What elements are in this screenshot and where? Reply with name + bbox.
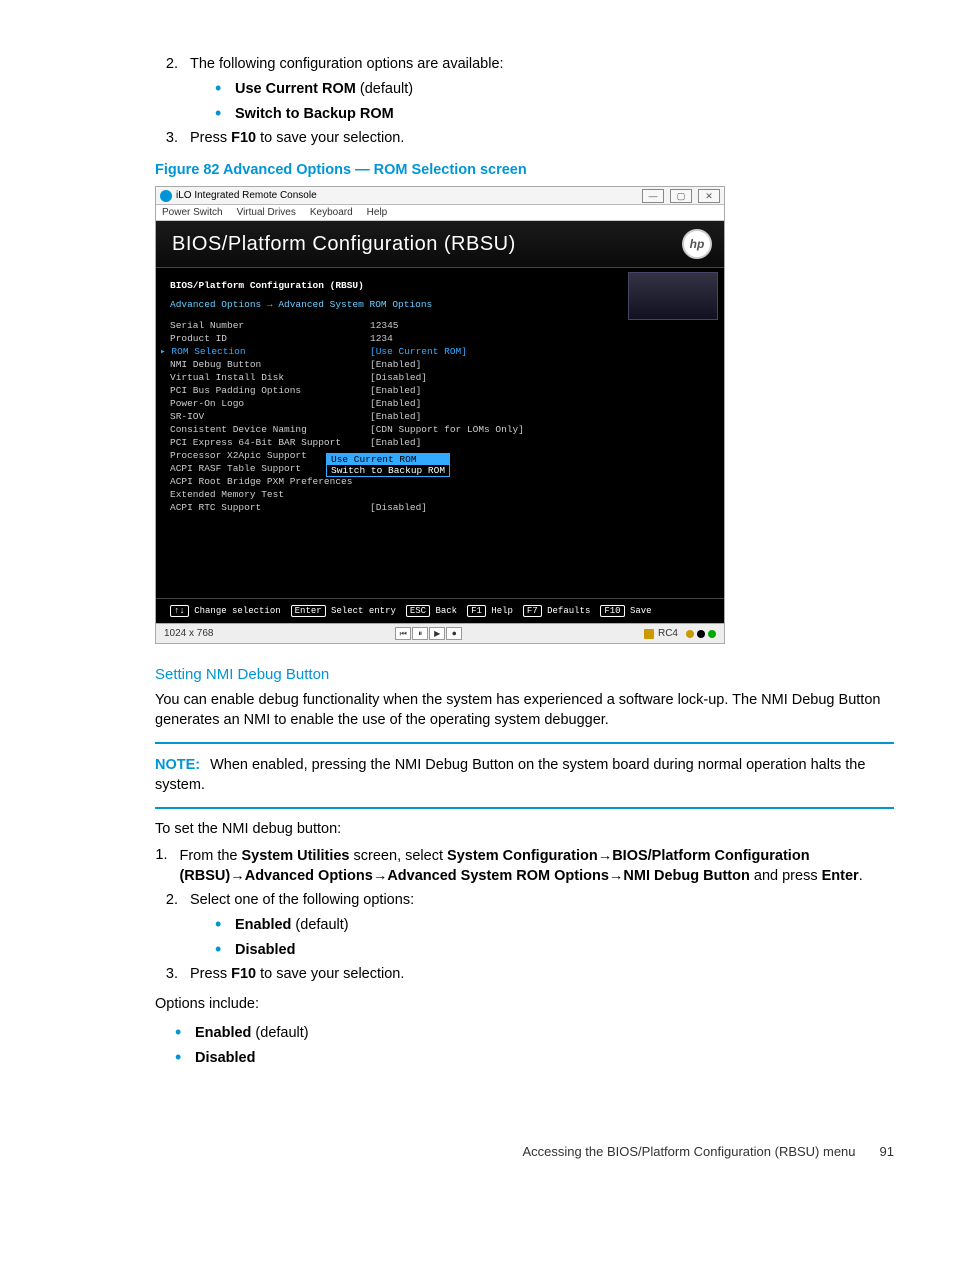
lock-icon [644, 629, 654, 639]
bullet-enabled: Enabled (default) [235, 914, 894, 935]
keyhint: Enter Select entry [291, 605, 396, 617]
bullet-switch-backup-rom: Switch to Backup ROM [235, 103, 894, 124]
bios-option-label[interactable]: SR-IOV [170, 411, 370, 424]
screenshot-window: iLO Integrated Remote Console — ▢ ✕ Powe… [155, 186, 725, 644]
titlebar: iLO Integrated Remote Console — ▢ ✕ [156, 187, 724, 205]
bios-option-label[interactable]: ROM Selection [170, 346, 370, 359]
playback-button[interactable]: ⏸ [412, 627, 428, 640]
maximize-button[interactable]: ▢ [670, 189, 692, 203]
bios-option-label[interactable]: Serial Number [170, 320, 370, 333]
keyhint: F1 Help [467, 605, 513, 617]
bios-option-value: [Use Current ROM] [370, 346, 524, 359]
encryption-label: RC4 [658, 628, 678, 639]
bios-option-value: [Enabled] [370, 385, 524, 398]
keyhint: ↑↓ Change selection [170, 605, 281, 617]
keyhint: F7 Defaults [523, 605, 590, 617]
status-dot [686, 630, 694, 638]
bullet-use-current-rom: Use Current ROM (default) [235, 78, 894, 99]
bios-option-label[interactable]: Consistent Device Naming [170, 424, 370, 437]
bios-option-label[interactable]: ACPI RTC Support [170, 502, 370, 515]
menu-help[interactable]: Help [367, 207, 388, 218]
resolution-label: 1024 x 768 [164, 628, 214, 639]
keybar: ↑↓ Change selection Enter Select entry ESC… [156, 598, 724, 623]
bios-option-label[interactable]: ACPI Root Bridge PXM Preferences [170, 476, 370, 489]
paragraph: To set the NMI debug button: [155, 821, 894, 837]
page-footer: Accessing the BIOS/Platform Configuratio… [0, 1114, 954, 1159]
server-image [628, 272, 718, 320]
menu-power-switch[interactable]: Power Switch [162, 207, 223, 218]
bios-option-value [370, 476, 524, 489]
bios-option-label[interactable]: Extended Memory Test [170, 489, 370, 502]
bios-option-value: 12345 [370, 320, 524, 333]
statusbar: 1024 x 768 ⏮⏸▶⏺ RC4 [156, 623, 724, 643]
popup-option-selected[interactable]: Use Current ROM [327, 454, 449, 465]
paragraph: You can enable debug functionality when … [155, 691, 894, 730]
bios-option-value [370, 489, 524, 502]
step-2b: 2. Select one of the following options: [155, 892, 894, 908]
playback-button[interactable]: ⏮ [395, 627, 411, 640]
status-dot [708, 630, 716, 638]
bios-option-label[interactable]: Virtual Install Disk [170, 372, 370, 385]
hp-logo-icon [160, 190, 172, 202]
rom-selection-popup: Use Current ROM Switch to Backup ROM [326, 453, 450, 477]
menu-keyboard[interactable]: Keyboard [310, 207, 353, 218]
step-3: 3. Press F10 to save your selection. [155, 130, 894, 146]
window-title: iLO Integrated Remote Console [176, 190, 317, 201]
note: NOTE:When enabled, pressing the NMI Debu… [155, 756, 894, 795]
playback-button[interactable]: ▶ [429, 627, 445, 640]
keyhint: F10 Save [600, 605, 651, 617]
bullet-enabled-2: Enabled (default) [195, 1022, 894, 1043]
bios-option-label[interactable]: PCI Express 64-Bit BAR Support [170, 437, 370, 450]
section-heading: Setting NMI Debug Button [155, 666, 894, 683]
bios-option-label[interactable]: NMI Debug Button [170, 359, 370, 372]
bios-option-value: [Enabled] [370, 398, 524, 411]
bios-option-value: 1234 [370, 333, 524, 346]
bios-title: BIOS/Platform Configuration (RBSU) [172, 233, 516, 256]
bios-option-label[interactable]: Product ID [170, 333, 370, 346]
bios-option-value: [CDN Support for LOMs Only] [370, 424, 524, 437]
bios-option-value: [Disabled] [370, 502, 524, 515]
bios-option-value: [Enabled] [370, 437, 524, 450]
playback-button[interactable]: ⏺ [446, 627, 462, 640]
status-dot [697, 630, 705, 638]
paragraph: Options include: [155, 996, 894, 1012]
keyhint: ESC Back [406, 605, 457, 617]
step-1: 1. From the System Utilities screen, sel… [155, 847, 894, 886]
bios-option-value: [Disabled] [370, 372, 524, 385]
hp-circle-logo: hp [682, 229, 712, 259]
bios-option-label[interactable]: PCI Bus Padding Options [170, 385, 370, 398]
bullet-disabled-2: Disabled [195, 1047, 894, 1068]
step-2: 2. The following configuration options a… [155, 56, 894, 72]
divider [155, 742, 894, 744]
close-button[interactable]: ✕ [698, 189, 720, 203]
bullet-disabled: Disabled [235, 939, 894, 960]
bios-option-value: [Enabled] [370, 411, 524, 424]
divider [155, 807, 894, 809]
menubar: Power Switch Virtual Drives Keyboard Hel… [156, 205, 724, 221]
minimize-button[interactable]: — [642, 189, 664, 203]
step-3b: 3. Press F10 to save your selection. [155, 966, 894, 982]
bios-option-value: [Enabled] [370, 359, 524, 372]
bios-option-label[interactable]: Power-On Logo [170, 398, 370, 411]
options-table: Serial NumberProduct IDROM SelectionNMI … [170, 320, 710, 515]
popup-option[interactable]: Switch to Backup ROM [327, 465, 449, 476]
menu-virtual-drives[interactable]: Virtual Drives [237, 207, 296, 218]
figure-caption: Figure 82 Advanced Options — ROM Selecti… [155, 162, 894, 178]
